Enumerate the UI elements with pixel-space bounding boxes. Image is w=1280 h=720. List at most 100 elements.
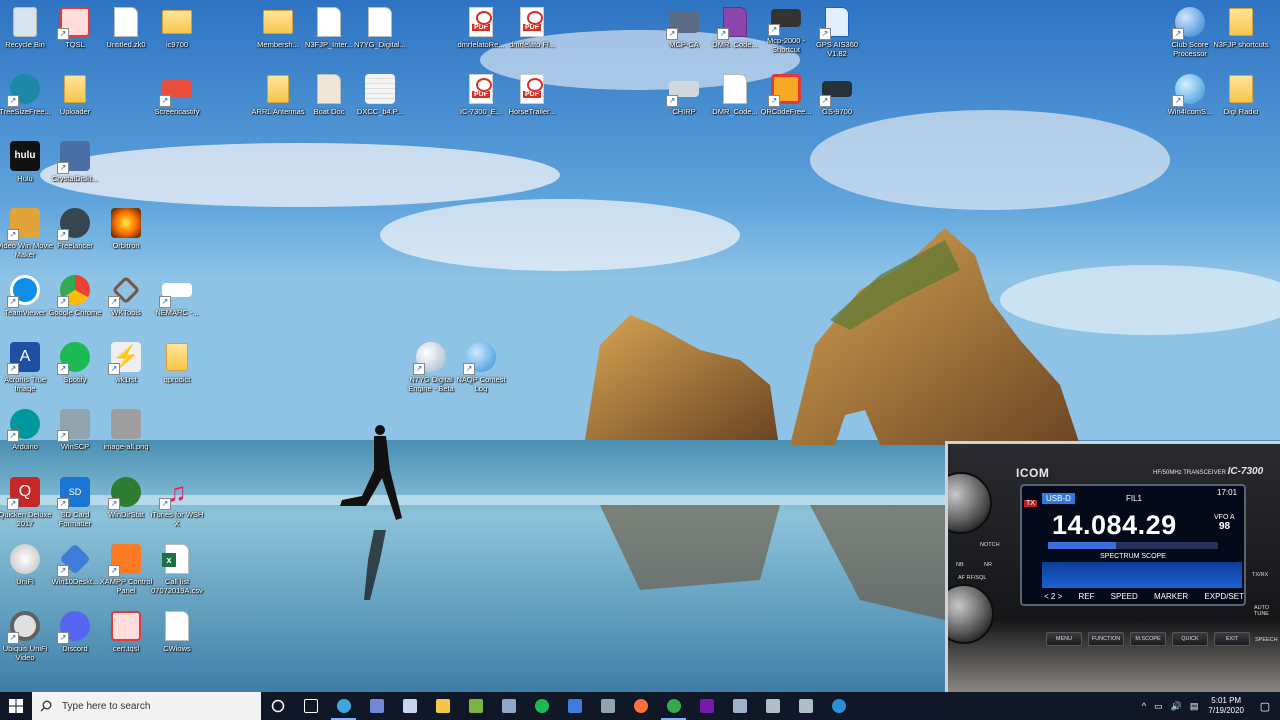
device-icon [600,699,615,713]
radio-display: TX USB-D FIL1 17:01 14.084.29 VFO A 98 S… [1020,484,1246,606]
desktop-icon-arrl-antennas[interactable]: ARRL Antennas [249,73,307,116]
desktop-icon-uploader[interactable]: Uploader [46,73,104,116]
desktop-icon-ic7300-pdf[interactable]: IC-7300_E... [452,73,510,116]
taskbar-app-button[interactable] [294,692,327,720]
spotify-icon [534,699,549,713]
taskbar-app-button[interactable] [723,692,756,720]
taskbar-app-button[interactable] [657,692,690,720]
desktop-icon-club-score[interactable]: Club Score Processor [1161,6,1219,58]
desktop-icon-freelancer[interactable]: Freelancer [46,207,104,250]
desktop-icon-horsetrailer[interactable]: HorseTrailer... [503,73,561,116]
qrcode-icon [768,73,802,107]
onenote-icon [699,699,714,713]
desktop-icon-boat-doc[interactable]: Boat Doc [300,73,358,116]
desktop-icon-digi-radio[interactable]: Digi Radio [1212,73,1270,116]
desktop-icon-qrcode[interactable]: QRCodeFree... [757,73,815,116]
desktop-icon-mcp2000[interactable]: Mcp-2000 - Shortcut [757,2,815,54]
desktop-icon-windirstat[interactable]: WinDirStat [97,476,155,519]
desktop-icon-tqsl[interactable]: TQSL [46,6,104,49]
desktop-icon-wktools[interactable]: WKTools [97,274,155,317]
taskbar-app-button[interactable] [624,692,657,720]
taskbar-app-button[interactable] [789,692,822,720]
desktop-icon-call-list[interactable]: x Call list 07072019A.csv [148,543,206,595]
desktop-icon-dmr-code-2[interactable]: DMR_Code... [706,73,764,116]
mode-badge: USB-D [1042,493,1075,504]
taskbar-app-button[interactable] [327,692,360,720]
taskbar-app-button[interactable] [492,692,525,720]
taskbar-app-button[interactable] [822,692,855,720]
desktop-icon-gps-ais360[interactable]: GPS AIS360 V1.82 [808,6,866,58]
desktop-icon-xampp[interactable]: XAMPP Control Panel [97,543,155,595]
desktop-icon-screencastify[interactable]: Screencastify [148,73,206,116]
notification-center-icon[interactable]: ▢ [1250,692,1280,720]
cortana-button[interactable] [261,692,294,720]
desktop-icon-qprodict[interactable]: qprodict [148,341,206,384]
taskbar-app-button[interactable] [360,692,393,720]
start-button[interactable] [0,692,32,720]
desktop-icon-gs9700[interactable]: GS-9700 [808,73,866,116]
side-label-notch: NOTCH [980,542,1000,548]
desktop-icon-itunes[interactable]: ♫ iTunes for WSH X [148,476,206,528]
desktop-icon-naqp[interactable]: NAQP Contest Log [452,341,510,393]
vfo-value: 98 [1219,521,1231,532]
desktop-icon-orbitron[interactable]: Orbitron [97,207,155,250]
desktop-icon-untitled[interactable]: Untitled.zk0 [97,6,155,49]
folder-icon [1225,73,1257,105]
desktop-icon-image-all[interactable]: image-all.png [97,408,155,451]
desktop-icon-win4icom[interactable]: Win4IcomS... [1161,73,1219,116]
folder-icon [262,73,294,105]
desktop-icon-sdcard[interactable]: SD SD Card Formatter [46,476,104,528]
task-view-icon [303,699,318,713]
desktop-icon-spotify[interactable]: Spotify [46,341,104,384]
chirp-icon [666,73,700,107]
taskbar-app-button[interactable] [459,692,492,720]
softkey-span: < 2 > [1044,592,1063,601]
tray-network-icon[interactable]: ▭ [1150,701,1167,712]
document-icon [313,6,345,38]
desktop-icon-n7yg-digital[interactable]: N7YG_Digital... [351,6,409,49]
radio-time: 17:01 [1217,488,1238,497]
desktop-icon-chirp[interactable]: CHIRP [655,73,713,116]
desktop-icon-dmrfelato-fl[interactable]: dmrfelato Fl... [503,6,561,49]
side-label-nb: NB [956,562,964,568]
radio-app-icon [765,699,780,713]
taskbar-app-button[interactable] [591,692,624,720]
desktop-icon-crystaldisk[interactable]: CrystalDiskI... [46,140,104,183]
nemarc-icon [159,274,193,308]
tray-volume-icon[interactable]: 🔊 [1167,701,1186,712]
taskbar-clock[interactable]: 5:01 PM 7/19/2020 [1202,696,1250,716]
taskbar-app-button[interactable] [690,692,723,720]
desktop-icon-win10deskt[interactable]: Win10Deskt... [46,543,104,586]
desktop-icon-mcp-ca[interactable]: MCP-CA [655,6,713,49]
tray-chevron-icon[interactable]: ^ [1138,701,1150,711]
desktop-icon-ic9700[interactable]: ic9700 [148,6,206,49]
spotify-icon [57,341,91,375]
win4icom-icon [1172,73,1206,107]
desktop-icon-chrome[interactable]: Google Chrome [46,274,104,317]
arduino-icon [7,408,41,442]
desktop-icon-cert-tqsl[interactable]: cert.tqsl [97,610,155,653]
desktop-icon-wk1rst[interactable]: ⚡ wk1rst [97,341,155,384]
desktop-icon-n3fjp-shortcuts[interactable]: N3FJP shortcuts [1212,6,1270,49]
desktop-icon-cwiows[interactable]: CWiows [148,610,206,653]
taskbar-app-button[interactable] [756,692,789,720]
side-label-txrx: TX/RX [1252,572,1269,578]
tray-keyboard-icon[interactable]: ▤ [1186,701,1203,712]
desktop-icon-winscp[interactable]: WinSCP [46,408,104,451]
taskbar-app-button[interactable] [525,692,558,720]
taskbar-app-button[interactable] [426,692,459,720]
side-label-speech: SPEECH [1255,637,1278,643]
taskbar-app-button[interactable] [558,692,591,720]
desktop-icon-dxcc[interactable]: DXCC_b4.P... [351,73,409,116]
scope-title: SPECTRUM SCOPE [1100,553,1166,560]
tqsl-icon [57,6,91,40]
desktop-icon-n3fjp-inter[interactable]: N3FJP_Inter... [300,6,358,49]
taskbar-search-box[interactable]: Type here to search [32,692,261,720]
desktop-icon-dmrfelato-re[interactable]: dmrfelatoRe... [452,6,510,49]
desktop-icon-dmr-code-1[interactable]: DMR_Code... [706,6,764,49]
taskbar-app-button[interactable] [393,692,426,720]
desktop-icon-nemarc[interactable]: NEMARC -... [148,274,206,317]
frequency-readout: 14.084.29 [1052,510,1177,540]
desktop-icon-discord[interactable]: Discord [46,610,104,653]
desktop-icon-membership[interactable]: Membersh... [249,6,307,49]
